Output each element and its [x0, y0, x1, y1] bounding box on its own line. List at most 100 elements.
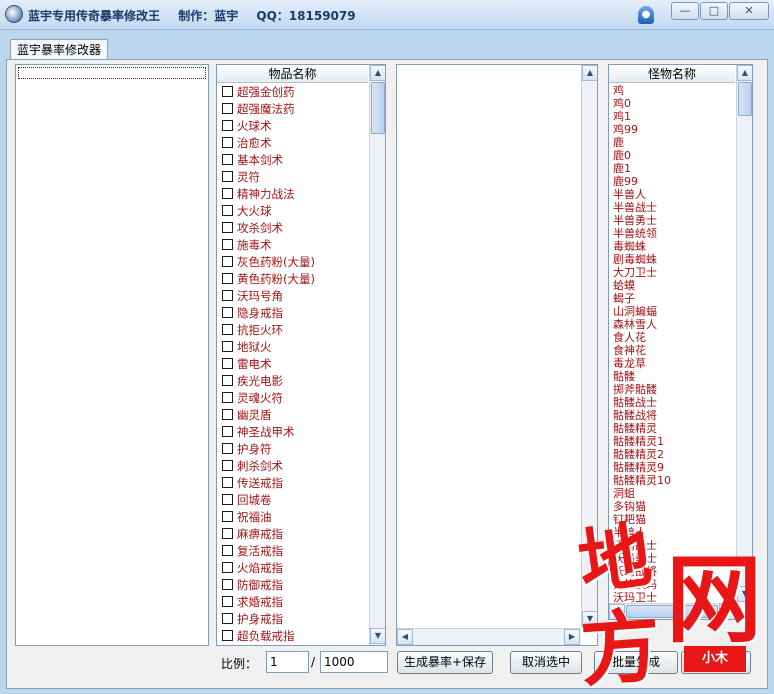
item-checkbox[interactable] [222, 273, 233, 284]
monster-row[interactable]: 蛤蟆 [613, 279, 733, 292]
item-row[interactable]: 施毒术 [219, 237, 369, 254]
monster-row[interactable]: 骷髅 [613, 370, 733, 383]
item-checkbox[interactable] [222, 86, 233, 97]
item-checkbox[interactable] [222, 154, 233, 165]
item-checkbox[interactable] [222, 307, 233, 318]
scroll-left-arrow-icon[interactable]: ◀ [609, 604, 625, 619]
monster-row[interactable]: 食神花 [613, 344, 733, 357]
item-row[interactable]: 地狱火 [219, 339, 369, 356]
monster-row[interactable]: 毒蜘蛛 [613, 240, 733, 253]
item-row[interactable]: 神圣战甲术 [219, 424, 369, 441]
monster-row[interactable]: 鹿 [613, 136, 733, 149]
item-checkbox[interactable] [222, 358, 233, 369]
monster-row[interactable]: 骷髅精灵10 [613, 474, 733, 487]
monsters-list-panel[interactable]: 怪物名称 鸡鸡0 鸡1 鸡99 鹿鹿0 鹿1 鹿99 半兽人 半兽战士 半兽勇士 半兽统领 毒蜘蛛剧… [608, 64, 753, 620]
monster-row[interactable]: 骷髅战士 [613, 396, 733, 409]
item-checkbox[interactable] [222, 205, 233, 216]
monster-row[interactable]: 钉耙猫 [613, 513, 733, 526]
monster-row[interactable]: 半兽勇士 [613, 214, 733, 227]
scroll-up-arrow-icon[interactable]: ▲ [370, 65, 385, 81]
scroll-left-arrow-icon[interactable]: ◀ [397, 629, 413, 645]
monster-row[interactable]: 大刀卫士 [613, 266, 733, 279]
item-row[interactable]: 抗拒火环 [219, 322, 369, 339]
item-row[interactable]: 回城卷 [219, 492, 369, 509]
item-checkbox[interactable] [222, 392, 233, 403]
monster-row[interactable]: 鹿1 [613, 162, 733, 175]
scroll-down-arrow-icon[interactable]: ▼ [737, 586, 752, 602]
item-checkbox[interactable] [222, 477, 233, 488]
item-row[interactable]: 火球术 [219, 118, 369, 135]
monster-row[interactable]: 山洞蝙蝠 [613, 305, 733, 318]
item-row[interactable]: 复活戒指 [219, 543, 369, 560]
scroll-up-arrow-icon[interactable]: ▲ [737, 65, 752, 81]
item-row[interactable]: 超强金创药 [219, 84, 369, 101]
scroll-thumb[interactable] [371, 82, 385, 134]
item-row[interactable]: 疾光电影 [219, 373, 369, 390]
result-panel[interactable]: ▲ ▼ ◀ ▶ [396, 64, 598, 646]
item-row[interactable]: 治愈术 [219, 135, 369, 152]
monster-row[interactable]: 剧毒蜘蛛 [613, 253, 733, 266]
item-row[interactable]: 祝福油 [219, 509, 369, 526]
monster-row[interactable]: 骷髅精灵2 [613, 448, 733, 461]
item-row[interactable]: 雷电术 [219, 356, 369, 373]
item-row[interactable]: 黄色药粉(大量) [219, 271, 369, 288]
batch-generate-button[interactable]: 批量生成 [594, 651, 678, 674]
item-row[interactable]: 求婚戒指 [219, 594, 369, 611]
item-checkbox[interactable] [222, 562, 233, 573]
item-checkbox[interactable] [222, 120, 233, 131]
item-row[interactable]: 精神力战法 [219, 186, 369, 203]
deselect-button[interactable]: 取消选中 [510, 651, 582, 674]
monster-row[interactable]: 鸡1 [613, 110, 733, 123]
item-checkbox[interactable] [222, 171, 233, 182]
items-list-panel[interactable]: 物品名称 超强金创药 超强魔法药 火球术 治愈术 基本剑术 灵符 精神力战法 大火球 攻杀剑术施… [216, 64, 386, 646]
monster-row[interactable]: 半兽统领 [613, 227, 733, 240]
item-row[interactable]: 刺杀剑术 [219, 458, 369, 475]
minimize-icon[interactable]: — [671, 2, 699, 20]
monster-row[interactable]: 骷髅战将 [613, 409, 733, 422]
scroll-right-arrow-icon[interactable]: ▶ [564, 629, 580, 645]
monsters-header[interactable]: 怪物名称 [609, 65, 735, 83]
monster-row[interactable]: 骷髅精灵 [613, 422, 733, 435]
monster-row[interactable]: 沃玛战士 [613, 539, 733, 552]
item-checkbox[interactable] [222, 460, 233, 471]
scroll-thumb[interactable] [626, 605, 718, 618]
item-row[interactable]: 超强魔法药 [219, 101, 369, 118]
item-checkbox[interactable] [222, 256, 233, 267]
item-checkbox[interactable] [222, 426, 233, 437]
item-row[interactable]: 麻痹戒指 [219, 526, 369, 543]
help-person-icon[interactable]: ● [638, 6, 654, 24]
item-row[interactable]: 超负载戒指 [219, 628, 369, 645]
monster-row[interactable]: 蝎子 [613, 292, 733, 305]
monster-row[interactable]: 鹿0 [613, 149, 733, 162]
monster-row[interactable]: 骷髅精灵1 [613, 435, 733, 448]
item-row[interactable]: 护身符 [219, 441, 369, 458]
monster-row[interactable]: 火焰沃玛 [613, 578, 733, 591]
monster-row[interactable]: 半兽人 [613, 188, 733, 201]
item-row[interactable]: 灰色药粉(大量) [219, 254, 369, 271]
item-checkbox[interactable] [222, 290, 233, 301]
item-checkbox[interactable] [222, 613, 233, 624]
monster-row[interactable]: 鸡0 [613, 97, 733, 110]
monster-row[interactable]: 鸡99 [613, 123, 733, 136]
item-row[interactable]: 灵魂火符 [219, 390, 369, 407]
monster-row[interactable]: 多钩猫 [613, 500, 733, 513]
scroll-thumb[interactable] [738, 82, 752, 116]
item-checkbox[interactable] [222, 579, 233, 590]
item-row[interactable]: 沃玛号角 [219, 288, 369, 305]
item-row[interactable]: 幽灵盾 [219, 407, 369, 424]
item-checkbox[interactable] [222, 239, 233, 250]
left-list-panel[interactable] [15, 64, 209, 646]
item-checkbox[interactable] [222, 443, 233, 454]
item-checkbox[interactable] [222, 528, 233, 539]
item-row[interactable]: 火焰戒指 [219, 560, 369, 577]
monster-row[interactable]: 沃玛战将 [613, 565, 733, 578]
item-checkbox[interactable] [222, 511, 233, 522]
item-checkbox[interactable] [222, 324, 233, 335]
export-button[interactable]: 导出 [681, 651, 751, 674]
item-checkbox[interactable] [222, 494, 233, 505]
item-checkbox[interactable] [222, 341, 233, 352]
item-checkbox[interactable] [222, 375, 233, 386]
item-checkbox[interactable] [222, 596, 233, 607]
item-row[interactable]: 大火球 [219, 203, 369, 220]
monster-row[interactable]: 骷髅精灵9 [613, 461, 733, 474]
